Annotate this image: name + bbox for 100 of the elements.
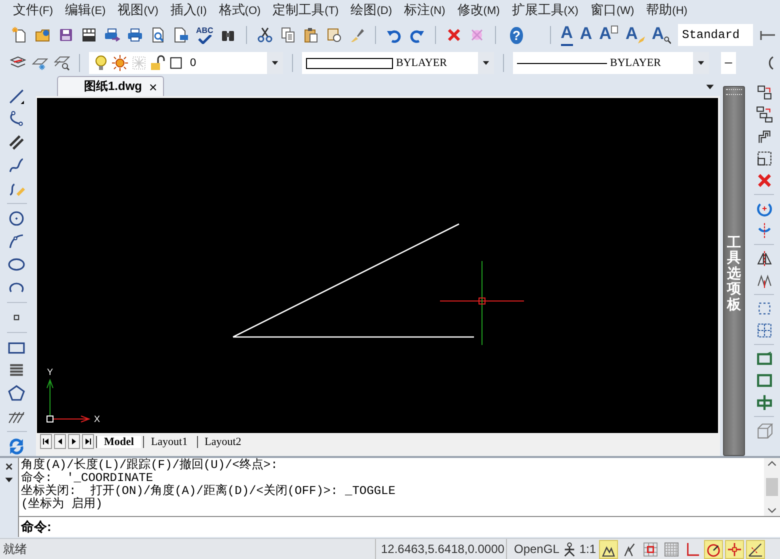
parallel-lines-icon[interactable]: [8, 134, 25, 151]
menu-item[interactable]: 标注(N): [399, 1, 450, 19]
circle-icon[interactable]: [8, 210, 25, 227]
y-axis-label: Y: [47, 367, 54, 377]
text-button[interactable]: A: [580, 24, 592, 46]
spring-icon[interactable]: [8, 362, 25, 379]
status-text: 就绪: [2, 540, 28, 558]
offset-icon[interactable]: [756, 128, 772, 145]
document-icon: [611, 25, 618, 34]
menu-item[interactable]: 帮助(H): [641, 1, 692, 19]
command-history-line: (坐标为 启用): [21, 498, 104, 511]
annotation-scale[interactable]: 1:1: [577, 542, 600, 556]
help-button[interactable]: ?: [510, 26, 523, 44]
frost-icon: [131, 55, 147, 71]
first-page-icon[interactable]: [42, 437, 50, 446]
spell-check-button[interactable]: ABC: [196, 26, 214, 44]
printer-icon[interactable]: [127, 27, 143, 43]
menu-item[interactable]: 编辑(E): [60, 1, 111, 19]
mirror-pair-icon[interactable]: [756, 272, 772, 289]
menu-item[interactable]: 文件(F): [8, 1, 58, 19]
command-history-line: 角度(A)/长度(L)/跟踪(F)/撤回(U)/<终点>:: [21, 459, 279, 472]
edit-text-button[interactable]: A: [599, 24, 618, 46]
text-edit-pencil-button[interactable]: A: [625, 24, 645, 46]
ellipse-icon[interactable]: [8, 256, 25, 273]
layout-tab[interactable]: Model: [96, 436, 141, 448]
folder-icon[interactable]: [35, 27, 51, 43]
next-icon[interactable]: [70, 437, 78, 446]
new-file-icon[interactable]: [12, 27, 28, 43]
menu-item[interactable]: 绘图(D): [346, 1, 397, 19]
arc-icon[interactable]: [8, 233, 25, 250]
menu-item[interactable]: 视图(V): [112, 1, 164, 19]
lightbulb-icon: [93, 55, 109, 71]
tool-palette-title: 工具选项板: [727, 235, 741, 312]
delete-icon[interactable]: [446, 27, 462, 43]
curve-icon[interactable]: [8, 111, 25, 128]
linetype-dropdown[interactable]: BYLAYER: [513, 52, 709, 74]
dotted-grid-icon[interactable]: [756, 322, 772, 339]
stretch-box-icon[interactable]: [756, 350, 772, 367]
page-magnifier-icon[interactable]: [150, 27, 166, 43]
sync-arrows-icon[interactable]: [8, 438, 25, 455]
pencil-icon: [638, 36, 645, 44]
document-tab[interactable]: 图纸1.dwg ×: [57, 76, 164, 96]
menu-item[interactable]: 定制工具(T): [268, 1, 344, 19]
menu-item[interactable]: 窗口(W): [585, 1, 640, 19]
drawing-canvas[interactable]: Y X: [37, 98, 718, 433]
ucs-axis-icon: [46, 378, 90, 422]
annotation-autoscale-button[interactable]: [599, 540, 618, 558]
layer-magnifier-icon[interactable]: [54, 55, 70, 71]
text-style-button[interactable]: A: [560, 24, 573, 46]
annotation-scale-icon[interactable]: [562, 542, 578, 556]
grid-box-icon[interactable]: [81, 27, 97, 43]
printer-arrow-icon[interactable]: [104, 27, 120, 43]
previous-icon[interactable]: [56, 437, 64, 446]
mirror-icon[interactable]: [756, 250, 772, 267]
renderer-label[interactable]: OpenGL: [507, 542, 562, 556]
dashed-squares-icon[interactable]: [756, 150, 772, 167]
line-icon[interactable]: [8, 88, 25, 105]
wave-icon[interactable]: [8, 157, 25, 174]
tool-palette-bar[interactable]: 工具选项板: [723, 86, 745, 456]
pentagon-icon[interactable]: [8, 385, 25, 402]
command-history-line: 坐标关闭: 打开(ON)/角度(A)/距离(D)/<关闭(OFF)>: _TOGGLE: [21, 485, 396, 498]
snap-button[interactable]: [641, 540, 660, 558]
square-frame-icon[interactable]: [756, 372, 772, 389]
clipboard-link-icon[interactable]: [326, 27, 342, 43]
layer-dropdown[interactable]: 0: [89, 52, 283, 74]
object-snap-button[interactable]: [725, 540, 744, 558]
copy-squares-icon[interactable]: [756, 84, 772, 101]
cube-icon[interactable]: [756, 422, 772, 439]
copy-icon[interactable]: [280, 27, 296, 43]
menu-item[interactable]: 插入(I): [165, 1, 212, 19]
page-printer-icon[interactable]: [173, 27, 189, 43]
menu-item[interactable]: 修改(M): [452, 1, 505, 19]
split-box-icon[interactable]: [756, 394, 772, 411]
delete-icon[interactable]: [756, 172, 772, 189]
menu-item[interactable]: 扩展工具(X): [506, 1, 584, 19]
close-tab-button[interactable]: ×: [149, 78, 158, 94]
grid-button[interactable]: [662, 540, 682, 558]
object-tracking-button[interactable]: [746, 540, 766, 558]
last-page-icon[interactable]: [84, 437, 92, 446]
layout-tab[interactable]: Layout2: [196, 436, 248, 448]
clipboard-icon[interactable]: [303, 27, 320, 43]
brush-icon[interactable]: [349, 27, 366, 43]
lineweight-field[interactable]: —: [721, 52, 736, 74]
close-command-button[interactable]: ×: [5, 460, 13, 474]
color-swatch-icon: [169, 56, 183, 70]
color-dropdown[interactable]: BYLAYER: [302, 52, 494, 74]
x-axis-label: X: [94, 414, 100, 424]
polar-button[interactable]: [704, 540, 724, 558]
scrollbar[interactable]: [764, 458, 780, 516]
coordinates-readout: 12.6463,5.6418,0.0000: [375, 539, 507, 559]
layout-tab[interactable]: Layout1: [142, 436, 195, 448]
rotate-axis-icon[interactable]: [756, 222, 772, 239]
scissors-icon[interactable]: [257, 27, 274, 43]
dotted-square-icon[interactable]: [756, 300, 772, 317]
multi-squares-icon[interactable]: [756, 106, 772, 123]
text-style-field[interactable]: Standard: [678, 24, 753, 46]
menu-item[interactable]: 格式(O): [214, 1, 266, 19]
command-input[interactable]: 命令:: [18, 517, 780, 537]
floppy-icon[interactable]: [58, 27, 74, 43]
find-text-button[interactable]: A: [652, 24, 671, 46]
